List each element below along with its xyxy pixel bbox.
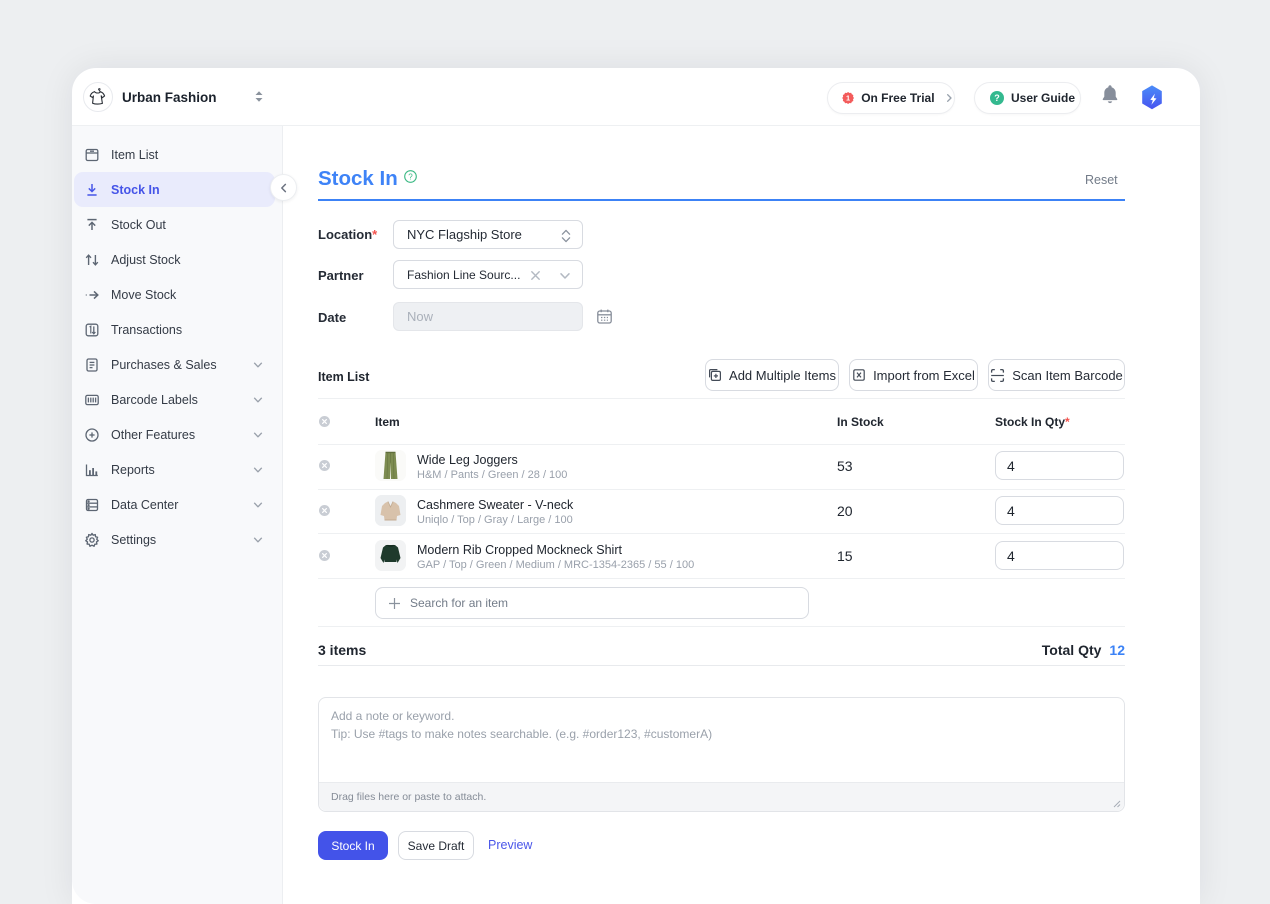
svg-text:?: ? <box>994 93 1000 103</box>
svg-text:1: 1 <box>846 94 850 103</box>
svg-text:?: ? <box>408 172 413 181</box>
